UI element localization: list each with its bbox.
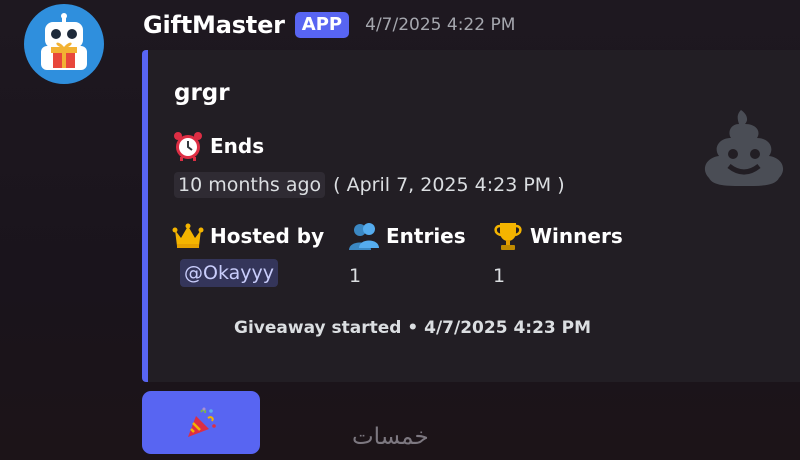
hosted-by-value-wrap: @Okayyy [180,259,278,287]
alarm-clock-icon [174,132,202,161]
crown-icon [172,223,204,248]
ends-label: Ends [210,134,265,158]
entries-value: 1 [349,265,362,287]
bot-avatar[interactable] [24,4,104,84]
absolute-timestamp: ( April 7, 2025 4:23 PM ) [333,174,565,196]
author-name[interactable]: GiftMaster [143,11,285,39]
message-header: GiftMaster APP 4/7/2025 4:22 PM [143,8,515,42]
ends-value: 10 months ago ( April 7, 2025 4:23 PM ) [174,172,565,198]
robot-gift-icon [41,13,87,70]
giveaway-embed: grgr Ends 10 months ago ( April 7, 2025 … [142,50,800,382]
winners-value: 1 [493,265,506,287]
message-timestamp: 4/7/2025 4:22 PM [365,15,516,35]
embed-title: grgr [174,80,230,106]
enter-giveaway-button[interactable] [142,391,260,454]
party-popper-icon [188,407,216,437]
people-icon [349,223,379,250]
trophy-icon [494,223,522,250]
embed-footer: Giveaway started • 4/7/2025 4:23 PM [234,318,592,338]
app-badge: APP [294,12,350,38]
winners-label: Winners [530,224,623,248]
watermark-text: خمسات [352,424,429,450]
ends-field: Ends [172,130,264,162]
hosted-by-field: Hosted by [172,220,324,252]
host-mention[interactable]: @Okayyy [180,259,278,287]
entries-label: Entries [386,224,466,248]
relative-timestamp[interactable]: 10 months ago [174,172,326,198]
winners-field: Winners [492,220,623,252]
hosted-by-label: Hosted by [210,224,325,248]
entries-field: Entries [348,220,466,252]
pile-of-poo-icon [704,110,784,186]
